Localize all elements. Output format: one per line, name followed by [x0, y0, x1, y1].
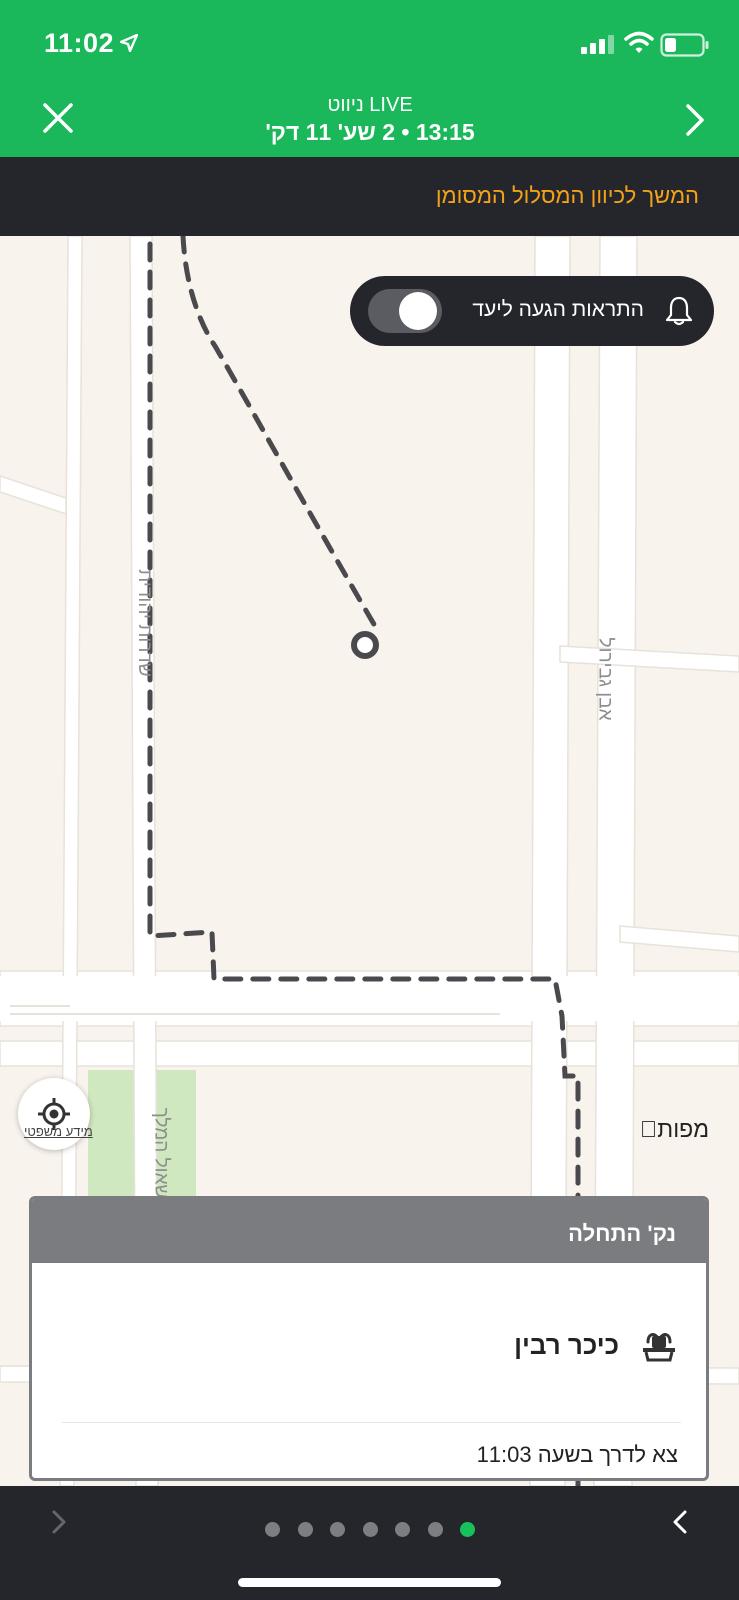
page-dot[interactable]: [427, 1522, 443, 1537]
location-arrow-icon: [120, 34, 138, 52]
bell-icon: [665, 296, 693, 326]
battery-icon: [660, 33, 709, 57]
arrival-alert-label: התראות הגעה ליעד: [472, 298, 644, 321]
divider: [62, 1422, 681, 1423]
place-name: כיכר רבין: [514, 1330, 619, 1360]
street-label-right: אבן גבירול: [594, 637, 616, 721]
fountain-icon: [643, 1333, 675, 1362]
start-point-card[interactable]: נק' התחלה כיכר רבין צא לדרך בשעה 11:03: [29, 1196, 709, 1481]
page-dot[interactable]: [265, 1522, 280, 1537]
home-indicator: [238, 1578, 501, 1587]
card-header: נק' התחלה: [32, 1199, 706, 1263]
apple-maps-logo: מפות: [640, 1116, 709, 1143]
maps-brand-label: מפות: [657, 1116, 709, 1142]
chevron-left-icon[interactable]: [668, 1508, 692, 1536]
page-dot[interactable]: [395, 1522, 410, 1537]
departure-time: צא לדרך בשעה 11:03: [476, 1442, 678, 1467]
nav-header: 11:02 ניווט LIVE 13:15 • 2 שע' 11 דק': [0, 0, 739, 157]
page-navigation: [0, 1486, 739, 1600]
road: [559, 645, 739, 673]
cellular-signal-icon: [581, 35, 614, 54]
apple-logo-icon: : [640, 1116, 657, 1142]
status-time: 11:02: [44, 28, 115, 58]
route-start-marker: [351, 631, 379, 659]
road: [0, 475, 67, 516]
header-title: ניווט LIVE: [327, 94, 413, 116]
page-dot[interactable]: [330, 1522, 345, 1537]
route-line: [180, 236, 378, 629]
close-button[interactable]: [38, 98, 78, 138]
arrival-alert-toggle[interactable]: התראות הגעה ליעד: [350, 276, 714, 346]
toggle-switch[interactable]: [368, 289, 442, 333]
banner-text: המשך לכיוון המסלול המסומן: [435, 183, 699, 208]
header-eta: 13:15 • 2 שע' 11 דק': [265, 119, 475, 145]
page-dot[interactable]: [297, 1522, 313, 1537]
page-dot[interactable]: [460, 1522, 475, 1537]
direction-banner: המשך לכיוון המסלול המסומן: [0, 157, 739, 236]
road: [619, 925, 739, 953]
street-label-bottom: שאול המלך: [150, 1107, 172, 1199]
toggle-knob: [399, 292, 437, 330]
current-location-button[interactable]: [18, 1078, 90, 1150]
street-label-left: שדרות יהודית: [133, 569, 155, 677]
chevron-right-icon[interactable]: [48, 1508, 72, 1536]
page-dot[interactable]: [362, 1522, 378, 1537]
card-header-title: נק' התחלה: [568, 1221, 676, 1246]
chevron-right-icon[interactable]: [680, 100, 710, 140]
legal-link[interactable]: מידע משפטי: [24, 1124, 93, 1139]
wifi-icon: [624, 31, 654, 53]
